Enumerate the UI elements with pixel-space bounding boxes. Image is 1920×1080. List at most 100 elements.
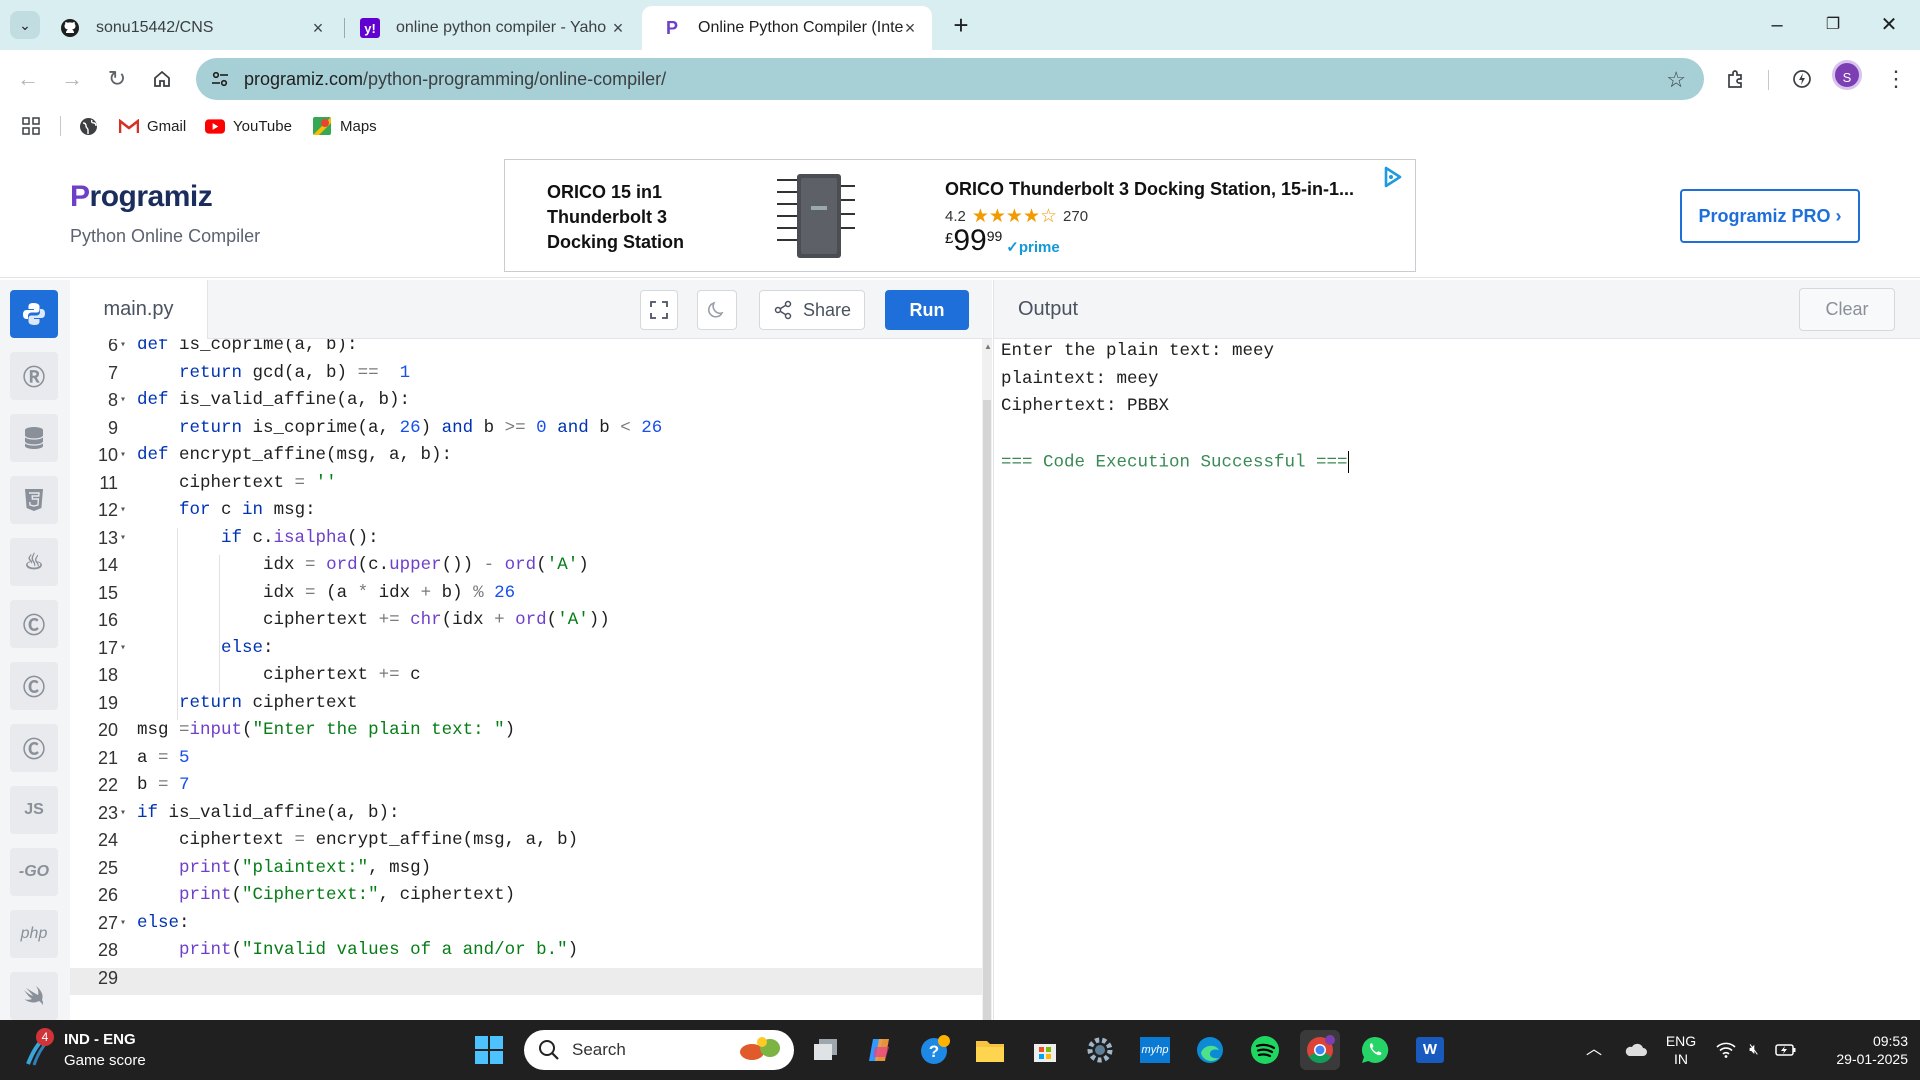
- tab-yahoo[interactable]: y! online python compiler - Yahoo ×: [340, 6, 640, 50]
- go-icon[interactable]: -GO: [10, 848, 58, 896]
- code-line[interactable]: 10 ▾ def encrypt_affine(msg, a, b):: [70, 445, 982, 473]
- whatsapp-icon[interactable]: [1355, 1030, 1395, 1070]
- widget-title[interactable]: IND - ENG: [64, 1031, 136, 1048]
- wifi-icon[interactable]: [1714, 1020, 1738, 1080]
- code-line[interactable]: 19 return ciphertext: [70, 693, 982, 721]
- share-button[interactable]: Share: [759, 290, 865, 330]
- code-line[interactable]: 16 ciphertext += chr(idx + ord('A')): [70, 610, 982, 638]
- output-console[interactable]: Enter the plain text: meey plaintext: me…: [993, 339, 1920, 1020]
- bookmark-gmail[interactable]: Gmail: [119, 115, 186, 137]
- fold-arrow-icon[interactable]: ▾: [120, 394, 132, 406]
- php-icon[interactable]: php: [10, 910, 58, 958]
- battery-icon[interactable]: [1772, 1020, 1800, 1080]
- advertisement[interactable]: ORICO 15 in1 Thunderbolt 3 Docking Stati…: [504, 159, 1416, 272]
- code-line[interactable]: 20 msg =input("Enter the plain text: "): [70, 720, 982, 748]
- fold-arrow-icon[interactable]: ▾: [120, 642, 132, 654]
- taskbar-search[interactable]: Search: [524, 1030, 794, 1070]
- close-tab-icon[interactable]: ×: [900, 18, 920, 38]
- new-tab-icon[interactable]: +: [948, 12, 974, 38]
- code-line[interactable]: 6 ▾ def is_coprime(a, b):: [70, 339, 982, 363]
- fold-arrow-icon[interactable]: ▾: [120, 917, 132, 929]
- microsoft-store-icon[interactable]: [1025, 1030, 1065, 1070]
- clear-button[interactable]: Clear: [1799, 288, 1895, 331]
- fold-arrow-icon[interactable]: ▾: [120, 807, 132, 819]
- copilot-icon[interactable]: [860, 1030, 900, 1070]
- code-editor[interactable]: 6 ▾ def is_coprime(a, b): 7 return gcd(a, b…: [70, 339, 982, 1020]
- extensions-icon[interactable]: [1720, 63, 1752, 95]
- code-line[interactable]: 28 print("Invalid values of a and/or b."…: [70, 940, 982, 968]
- programiz-pro-button[interactable]: Programiz PRO ›: [1680, 189, 1860, 243]
- windows-start-icon[interactable]: [469, 1030, 509, 1070]
- avatar[interactable]: S: [1832, 60, 1862, 90]
- code-line[interactable]: 11 ciphertext = '': [70, 473, 982, 501]
- back-icon[interactable]: ←: [12, 63, 44, 95]
- docking-station-image[interactable]: [775, 166, 857, 266]
- cpp-icon[interactable]: Ⓒ: [10, 662, 58, 710]
- code-line[interactable]: 22 b = 7: [70, 775, 982, 803]
- code-line[interactable]: 27 ▾ else:: [70, 913, 982, 941]
- widget-subtitle[interactable]: Game score: [64, 1052, 146, 1069]
- performance-icon[interactable]: [1786, 63, 1818, 95]
- java-icon[interactable]: ♨: [10, 538, 58, 586]
- word-icon[interactable]: W: [1410, 1030, 1450, 1070]
- clock[interactable]: 09:53 29-01-2025: [1814, 1020, 1908, 1080]
- file-explorer-icon[interactable]: [970, 1030, 1010, 1070]
- tips-help-icon[interactable]: ?: [915, 1030, 955, 1070]
- js-icon[interactable]: JS: [10, 786, 58, 834]
- code-line[interactable]: 29: [70, 967, 982, 995]
- show-hidden-icons-chevron-icon[interactable]: ︿: [1582, 1020, 1606, 1080]
- restore-icon[interactable]: ❐: [1810, 10, 1856, 40]
- code-line[interactable]: 8 ▾ def is_valid_affine(a, b):: [70, 390, 982, 418]
- more-menu-icon[interactable]: ⋮: [1880, 63, 1912, 95]
- tab-github[interactable]: sonu15442/CNS ×: [40, 6, 340, 50]
- python-icon[interactable]: [10, 290, 58, 338]
- fold-arrow-icon[interactable]: ▾: [120, 339, 132, 351]
- cricket-widget-icon[interactable]: 4: [22, 1028, 56, 1068]
- file-tab-main[interactable]: main.py: [70, 280, 208, 339]
- run-button[interactable]: Run: [885, 290, 969, 330]
- scroll-up-icon[interactable]: ▲: [984, 342, 992, 351]
- dark-mode-moon-icon[interactable]: [697, 290, 737, 330]
- code-line[interactable]: 7 return gcd(a, b) == 1: [70, 363, 982, 391]
- fold-arrow-icon[interactable]: ▾: [120, 532, 132, 544]
- site-settings-icon[interactable]: [208, 67, 232, 91]
- csharp-icon[interactable]: Ⓒ: [10, 724, 58, 772]
- html5-icon[interactable]: [10, 476, 58, 524]
- programiz-logo[interactable]: Programiz: [70, 180, 213, 214]
- fold-arrow-icon[interactable]: ▾: [120, 449, 132, 461]
- forward-icon[interactable]: →: [56, 63, 88, 95]
- code-line[interactable]: 15 idx = (a * idx + b) % 26: [70, 583, 982, 611]
- swift-icon[interactable]: [10, 972, 58, 1020]
- code-line[interactable]: 14 idx = ord(c.upper()) - ord('A'): [70, 555, 982, 583]
- close-tab-icon[interactable]: ×: [308, 18, 328, 38]
- code-line[interactable]: 23 ▾ if is_valid_affine(a, b):: [70, 803, 982, 831]
- onedrive-cloud-icon[interactable]: [1620, 1020, 1650, 1080]
- close-tab-icon[interactable]: ×: [608, 18, 628, 38]
- r-icon[interactable]: Ⓡ: [10, 352, 58, 400]
- bookmark-star-icon[interactable]: ☆: [1666, 67, 1686, 93]
- bookmark-youtube[interactable]: YouTube: [205, 115, 292, 137]
- fold-arrow-icon[interactable]: ▾: [120, 504, 132, 516]
- address-bar[interactable]: programiz.com/python-programming/online-…: [196, 58, 1704, 100]
- myhp-icon[interactable]: myhp: [1135, 1030, 1175, 1070]
- ad-product-title[interactable]: ORICO Thunderbolt 3 Docking Station, 15-…: [945, 179, 1354, 200]
- code-line[interactable]: 24 ciphertext = encrypt_affine(msg, a, b…: [70, 830, 982, 858]
- sql-icon[interactable]: [10, 414, 58, 462]
- fullscreen-icon[interactable]: [640, 290, 678, 330]
- apps-grid-icon[interactable]: [22, 115, 40, 137]
- volume-muted-icon[interactable]: 🔇︎: [1742, 1020, 1766, 1080]
- task-view-icon[interactable]: [806, 1030, 846, 1070]
- code-line[interactable]: 13 ▾ if c.isalpha():: [70, 528, 982, 556]
- globe-icon[interactable]: [79, 115, 98, 137]
- bookmark-maps[interactable]: Maps: [312, 115, 377, 137]
- spotify-icon[interactable]: [1245, 1030, 1285, 1070]
- close-window-icon[interactable]: ✕: [1866, 10, 1912, 40]
- code-line[interactable]: 26 print("Ciphertext:", ciphertext): [70, 885, 982, 913]
- c-icon[interactable]: Ⓒ: [10, 600, 58, 648]
- editor-scrollbar-thumb[interactable]: [983, 400, 991, 1020]
- settings-gear-icon[interactable]: [1080, 1030, 1120, 1070]
- code-line[interactable]: 12 ▾ for c in msg:: [70, 500, 982, 528]
- home-icon[interactable]: [146, 63, 178, 95]
- minimize-icon[interactable]: –: [1754, 10, 1800, 40]
- tab-search-chevron-icon[interactable]: ⌄: [10, 11, 40, 39]
